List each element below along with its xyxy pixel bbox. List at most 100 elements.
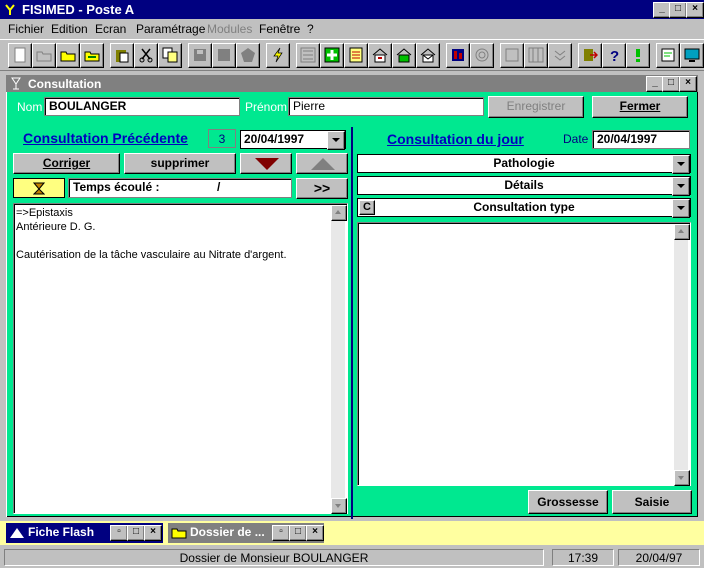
grid-icon[interactable] [296,43,320,68]
flash-icon [10,528,24,538]
temps-ecoule-value: / [217,180,221,194]
chevron-down-icon[interactable] [672,199,690,218]
today-date-label: Date [563,132,589,146]
app-icon [3,2,18,17]
status-message: Dossier de Monsieur BOULANGER [4,549,544,566]
nom-label: Nom [17,100,43,114]
paste-icon[interactable] [110,43,134,68]
note-line: =>Epistaxis [16,207,73,219]
copy-icon[interactable] [158,43,182,68]
inner-close-button[interactable]: × [679,76,697,92]
info-icon[interactable] [626,43,650,68]
app-titlebar: FISIMED - Poste A _ □ × [0,0,704,19]
house-green-icon[interactable] [392,43,416,68]
scroll-down-icon[interactable] [331,498,347,514]
consultation-titlebar: Consultation _ □ × [6,75,698,92]
task-restore-button[interactable]: ▫ [272,525,290,541]
arrow-up-icon [311,158,335,170]
chevron-down-icon[interactable] [672,155,690,174]
open-folder-icon[interactable] [32,43,56,68]
consultation-type-select[interactable]: C Consultation type [357,198,691,218]
task-maximize-button[interactable]: □ [127,525,145,541]
toolbar: ? [0,39,704,71]
enregistrer-button[interactable]: Enregistrer [488,96,584,118]
monitor-icon[interactable] [680,43,704,68]
grossesse-button[interactable]: Grossesse [528,490,608,514]
sort-icon[interactable] [548,43,572,68]
cut-icon[interactable] [134,43,158,68]
corriger-button[interactable]: Corriger [13,153,120,174]
consultation-type-value: Consultation type [473,200,575,214]
task-fiche-flash-label: Fiche Flash [28,525,95,539]
hourglass-button[interactable] [13,178,65,198]
folder-close-icon[interactable] [80,43,104,68]
prenom-field[interactable]: Pierre [288,97,484,116]
task-restore-button[interactable]: ▫ [110,525,128,541]
consultation-title: Consultation [28,77,102,91]
menu-fenetre[interactable]: Fenêtre [259,22,300,36]
notepad-icon[interactable] [656,43,680,68]
today-notes-scrollbar[interactable] [674,224,690,486]
task-close-button[interactable]: × [306,525,324,541]
forward-button[interactable]: >> [296,178,348,199]
lightning-icon[interactable] [266,43,290,68]
today-date-field[interactable]: 20/04/1997 [592,130,690,149]
scroll-up-icon[interactable] [331,205,347,221]
previous-date-select[interactable]: 20/04/1997 [240,130,346,150]
medical-cross-icon[interactable] [320,43,344,68]
help-icon[interactable]: ? [602,43,626,68]
task-dossier[interactable]: Dossier de ... ▫ □ × [168,523,324,543]
square-icon[interactable] [212,43,236,68]
saisie-button[interactable]: Saisie [612,490,692,514]
list-icon[interactable] [344,43,368,68]
previous-notes-area[interactable]: =>Epistaxis Antérieure D. G. Cautérisati… [13,203,348,514]
folder-icon [171,528,187,539]
chevron-down-icon[interactable] [327,131,345,150]
details-select[interactable]: Détails [357,176,691,196]
previous-down-button[interactable] [240,153,292,174]
consultation-precedente-title[interactable]: Consultation Précédente [23,130,188,146]
menu-parametrage[interactable]: Paramétrage [136,22,205,36]
inner-maximize-button[interactable]: □ [662,76,680,92]
task-maximize-button[interactable]: □ [289,525,307,541]
menu-help[interactable]: ? [307,22,314,36]
previous-up-button[interactable] [296,153,348,174]
nom-field[interactable]: BOULANGER [44,97,240,116]
consultation-type-code-button[interactable]: C [359,200,375,215]
note-line: Antérieure D. G. [16,221,96,233]
scroll-up-icon[interactable] [674,224,690,240]
scroll-down-icon[interactable] [674,470,690,486]
previous-date-value: 20/04/1997 [244,132,305,146]
mdi-taskbar: Fiche Flash ▫ □ × Dossier de ... ▫ □ × [0,521,704,545]
mail-icon[interactable] [416,43,440,68]
pathologie-select[interactable]: Pathologie [357,154,691,174]
save-disk-icon[interactable] [188,43,212,68]
exit-icon[interactable] [578,43,602,68]
details-value: Détails [504,178,544,192]
chevron-down-icon[interactable] [672,177,690,196]
chart-icon[interactable] [446,43,470,68]
task-close-button[interactable]: × [144,525,162,541]
menu-edition[interactable]: Edition [51,22,88,36]
new-doc-icon[interactable] [8,43,32,68]
house-icon[interactable] [368,43,392,68]
menu-fichier[interactable]: Fichier [8,22,44,36]
arrow-down-icon [255,158,279,170]
menu-ecran[interactable]: Ecran [95,22,126,36]
maximize-button[interactable]: □ [669,2,687,18]
previous-notes-scrollbar[interactable] [331,205,347,514]
menu-modules[interactable]: Modules [207,22,252,36]
supprimer-button[interactable]: supprimer [124,153,236,174]
calc-icon[interactable] [500,43,524,68]
close-button[interactable]: × [686,2,704,18]
note-line: Cautérisation de la tâche vasculaire au … [16,249,287,261]
consultation-du-jour-title[interactable]: Consultation du jour [387,131,524,147]
target-icon[interactable] [470,43,494,68]
task-fiche-flash[interactable]: Fiche Flash ▫ □ × [6,523,163,543]
today-notes-area[interactable] [357,222,691,486]
folder-open-icon[interactable] [56,43,80,68]
fermer-button[interactable]: Fermer [592,96,688,118]
status-time: 17:39 [552,549,614,566]
grid2-icon[interactable] [524,43,548,68]
pentagon-icon[interactable] [236,43,260,68]
